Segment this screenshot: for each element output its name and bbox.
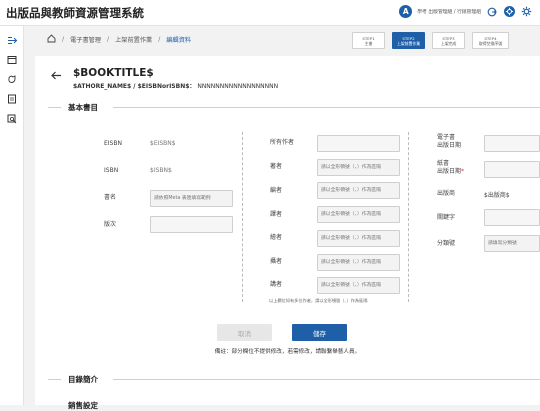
breadcrumb-ebook-manage[interactable]: 電子書管理 xyxy=(70,35,101,44)
settings-gear-icon[interactable] xyxy=(503,6,515,18)
remark-note: 備註：部分欄位不提供修改，若需修改，請聯繫舉藝人員。 xyxy=(214,349,361,355)
search-doc-icon[interactable] xyxy=(6,113,18,125)
gear-icon[interactable] xyxy=(520,6,532,18)
breadcrumb-separator: / xyxy=(158,35,161,43)
step-3[interactable]: STEP3 上架完成 xyxy=(432,32,465,49)
breadcrumb-preprocess[interactable]: 上架前置作業 xyxy=(115,35,152,44)
edition-label: 版次 xyxy=(104,221,117,228)
home-icon[interactable] xyxy=(47,33,56,45)
translator-label: 譯者 xyxy=(270,211,283,218)
section-divider xyxy=(48,379,61,380)
logout-icon[interactable] xyxy=(486,6,498,18)
user-area: A 學考 出版管理組 / 行銷管理組 xyxy=(399,5,532,18)
breadcrumb-current: 編輯資料 xyxy=(166,36,192,44)
narrator-input[interactable] xyxy=(317,277,400,294)
section-pricing-title: 銷售設定 xyxy=(68,401,98,410)
isbn-value: $ISBN$ xyxy=(150,167,172,174)
sidebar xyxy=(0,26,24,405)
paper-date-label: 紙書 出版日期* xyxy=(437,160,465,175)
publisher-value: $出版商$ xyxy=(484,192,510,199)
category-label: 分類號 xyxy=(437,240,456,247)
book-subtitle: $ATHORE_NAME$ / $EISBNorISBN$： NNNNNNNNN… xyxy=(73,83,279,90)
book-title: $BOOKTITLE$ xyxy=(73,67,154,79)
keyword-label: 關鍵字 xyxy=(437,214,456,221)
illustrator-input[interactable] xyxy=(317,230,400,247)
editor-label: 編者 xyxy=(270,187,283,194)
editor-input[interactable] xyxy=(317,182,400,199)
narrator-label: 講者 xyxy=(270,281,283,288)
section-basic-title: 基本書目 xyxy=(68,103,98,112)
step-2[interactable]: STEP2 上架前置作業 xyxy=(392,32,425,49)
keyword-input[interactable] xyxy=(484,209,540,226)
author-label: 著者 xyxy=(270,163,283,170)
category-input[interactable] xyxy=(484,235,540,252)
user-role-text: 學考 出版管理組 / 行銷管理組 xyxy=(417,10,481,15)
save-button[interactable]: 儲存 xyxy=(292,324,347,341)
step-4[interactable]: STEP4 取得兌換序號 xyxy=(472,32,509,49)
section-toc-title: 目錄簡介 xyxy=(68,375,98,384)
breadcrumb: / 電子書管理 / 上架前置作業 / 編輯資料 xyxy=(47,33,191,45)
section-divider xyxy=(48,107,61,108)
ebook-date-input[interactable] xyxy=(484,135,540,152)
section-divider xyxy=(113,107,540,108)
window-icon[interactable] xyxy=(6,54,18,66)
column-divider xyxy=(408,132,409,302)
edition-input[interactable] xyxy=(150,216,233,233)
back-arrow-icon[interactable] xyxy=(49,69,63,81)
compiler-label: 攝者 xyxy=(270,258,283,265)
column-divider xyxy=(242,132,243,302)
bookname-label: 書名 xyxy=(104,194,117,201)
ebook-date-label: 電子書 出版日期 xyxy=(437,134,462,149)
paper-date-input[interactable] xyxy=(484,161,540,178)
app-title: 出版品與教師資源管理系統 xyxy=(6,6,144,20)
eisbn-label: EISBN xyxy=(104,140,122,147)
breadcrumb-separator: / xyxy=(62,35,65,43)
breadcrumb-separator: / xyxy=(107,35,110,43)
cancel-button[interactable]: 取消 xyxy=(217,324,272,341)
illustrator-label: 繪者 xyxy=(270,234,283,241)
all-authors-label: 所有作者 xyxy=(270,139,295,146)
eisbn-value: $EISBN$ xyxy=(150,140,176,147)
avatar[interactable]: A xyxy=(399,5,413,18)
isbn-label: ISBN xyxy=(104,167,119,174)
bookname-input[interactable] xyxy=(150,190,233,207)
step-1[interactable]: STEP1 主書 xyxy=(352,32,385,49)
step-indicator: STEP1 主書 STEP2 上架前置作業 STEP3 上架完成 STEP4 取得兌換序… xyxy=(352,32,509,49)
section-divider xyxy=(113,379,540,380)
top-bar: 出版品與教師資源管理系統 A 學考 出版管理組 / 行銷管理組 xyxy=(0,0,540,26)
edit-card: $BOOKTITLE$ $ATHORE_NAME$ / $EISBNorISBN… xyxy=(35,56,540,410)
author-input[interactable] xyxy=(317,159,400,176)
all-authors-input[interactable] xyxy=(317,135,400,152)
document-icon[interactable] xyxy=(6,93,18,105)
expand-sidebar-icon[interactable] xyxy=(6,34,18,46)
translator-input[interactable] xyxy=(317,206,400,223)
hand-icon[interactable] xyxy=(6,73,18,85)
publisher-label: 出版商 xyxy=(437,190,456,197)
compiler-input[interactable] xyxy=(317,254,400,271)
authors-hint: 以上欄位如有多位作者，請以全形頓號（、）作為區隔 xyxy=(269,298,368,303)
